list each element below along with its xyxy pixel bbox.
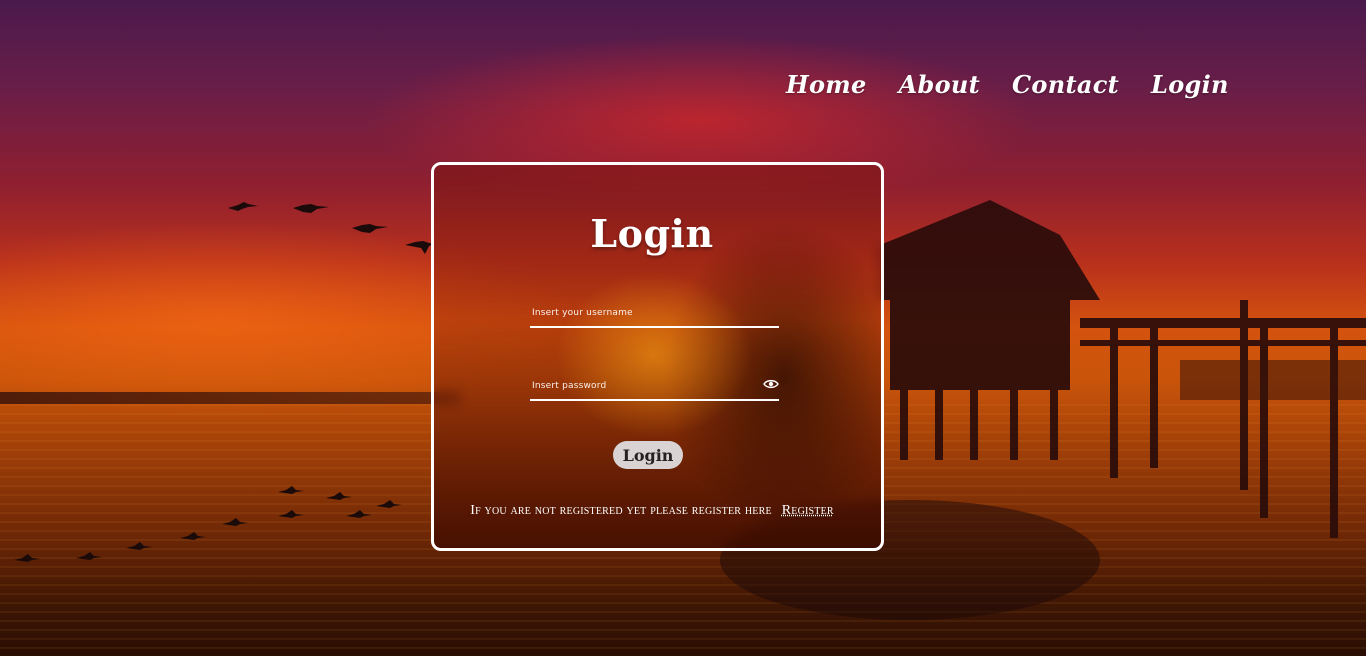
username-input[interactable] (530, 298, 783, 326)
main-nav: Home About Contact Login (786, 70, 1229, 99)
eye-icon[interactable] (763, 378, 779, 390)
login-card: Login Login If you are not registered ye… (431, 162, 884, 551)
register-prompt-text: If you are not registered yet please reg… (470, 503, 772, 518)
register-prompt: If you are not registered yet please reg… (434, 503, 870, 519)
username-field-wrapper (530, 298, 783, 328)
password-field-wrapper (530, 371, 783, 401)
nav-about-link[interactable]: About (899, 70, 980, 99)
nav-login-link[interactable]: Login (1151, 70, 1229, 99)
nav-contact-link[interactable]: Contact (1012, 70, 1119, 99)
login-title: Login (590, 211, 714, 256)
password-input[interactable] (530, 371, 783, 399)
login-submit-button[interactable]: Login (613, 441, 683, 469)
register-link[interactable]: Register (782, 503, 834, 518)
nav-home-link[interactable]: Home (786, 70, 867, 99)
